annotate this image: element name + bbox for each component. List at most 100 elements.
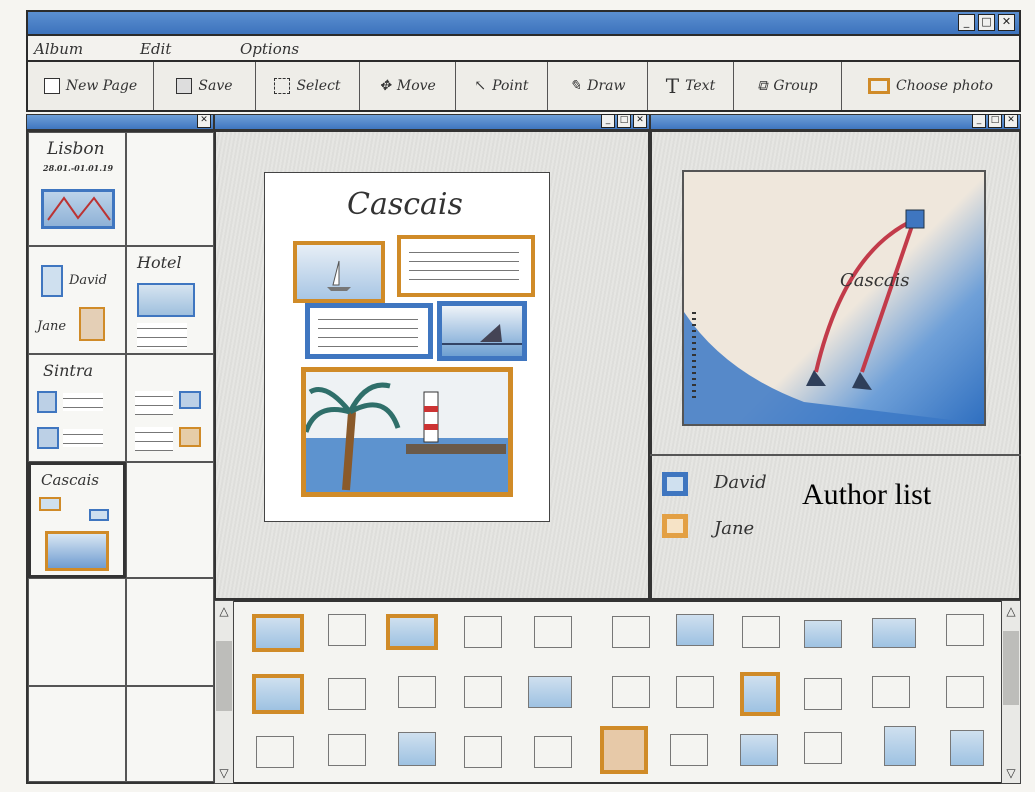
save-button[interactable]: Save [154, 62, 256, 110]
photo-strip-scrollbar-left[interactable]: △ ▽ [214, 600, 234, 784]
bridge-sketch [47, 196, 111, 221]
maximize-icon[interactable]: □ [978, 14, 995, 31]
photo-thumb[interactable] [946, 614, 984, 646]
menu-options[interactable]: Options [240, 40, 299, 58]
page-slot-empty[interactable] [126, 462, 214, 578]
map-panel-bar: _ □ ✕ [650, 114, 1021, 130]
menu-edit[interactable]: Edit [140, 40, 171, 58]
scroll-up-icon[interactable]: △ [216, 603, 232, 619]
photo-thumb[interactable] [884, 726, 916, 766]
person-jane: Jane [37, 319, 67, 334]
photo-thumb[interactable] [740, 734, 778, 766]
page-slot-empty[interactable] [126, 132, 214, 246]
jane-text-box[interactable] [397, 235, 535, 297]
photo-thumb[interactable] [600, 726, 648, 774]
move-label: Move [396, 78, 436, 94]
minimize-icon[interactable]: _ [958, 14, 975, 31]
author-david[interactable]: David [714, 472, 767, 493]
album-page-title: Cascais [347, 187, 463, 222]
boat-photo[interactable] [293, 241, 385, 303]
page-thumb-people[interactable]: David Jane [28, 246, 126, 354]
page-thumb-cascais[interactable]: Cascais [28, 462, 126, 578]
pointer-icon: ↖ [474, 78, 487, 94]
page-thumb-sintra[interactable]: Sintra [28, 354, 126, 462]
page-title-lisbon: Lisbon [47, 139, 105, 159]
photo-thumb[interactable] [256, 736, 294, 768]
photo-thumb[interactable] [612, 616, 650, 648]
minimize-icon[interactable]: _ [601, 114, 615, 128]
text-icon: T [665, 74, 680, 98]
map-divider [650, 454, 1021, 456]
close-icon[interactable]: ✕ [633, 114, 647, 128]
photo-thumb[interactable] [534, 616, 572, 648]
photo-thumb[interactable] [946, 676, 984, 708]
photo-thumb[interactable] [804, 732, 842, 764]
photo-thumb[interactable] [328, 614, 366, 646]
maximize-icon[interactable]: □ [988, 114, 1002, 128]
map-view[interactable]: Cascais [682, 170, 986, 426]
photo-thumb[interactable] [398, 676, 436, 708]
photo-thumb[interactable] [872, 618, 916, 648]
toolbar: New Page Save Select ✥ Move ↖ Point ✎ Draw … [26, 62, 1021, 112]
sintra-text-2 [63, 429, 103, 447]
page-slot-empty[interactable] [28, 686, 126, 782]
map-place-label: Cascais [840, 270, 910, 291]
photo-thumb[interactable] [950, 730, 984, 766]
photo-strip-scrollbar-right[interactable]: △ ▽ [1001, 600, 1021, 784]
menu-album[interactable]: Album [34, 40, 83, 58]
scroll-up-icon[interactable]: △ [1003, 603, 1019, 619]
photo-thumb[interactable] [398, 732, 436, 766]
lighthouse-photo[interactable] [301, 367, 513, 497]
photo-thumb[interactable] [676, 614, 714, 646]
photo-thumb[interactable] [740, 672, 780, 716]
photo-thumb[interactable] [804, 620, 842, 648]
close-icon[interactable]: ✕ [998, 14, 1015, 31]
scroll-down-icon[interactable]: ▽ [1003, 765, 1019, 781]
new-page-button[interactable]: New Page [28, 62, 154, 110]
photo-thumb[interactable] [528, 676, 572, 708]
draw-button[interactable]: ✎ Draw [548, 62, 648, 110]
photo-thumb[interactable] [676, 676, 714, 708]
page-thumb-lisbon[interactable]: Lisbon 28.01.-01.01.19 [28, 132, 126, 246]
shark-photo[interactable] [437, 301, 527, 361]
minimize-icon[interactable]: _ [972, 114, 986, 128]
text-button[interactable]: T Text [648, 62, 734, 110]
group-button[interactable]: ⧉ Group [734, 62, 842, 110]
photo-thumb[interactable] [328, 678, 366, 710]
point-button[interactable]: ↖ Point [456, 62, 548, 110]
page-thumb-sintra-2[interactable] [126, 354, 214, 462]
select-button[interactable]: Select [256, 62, 360, 110]
page-thumb-hotel[interactable]: Hotel [126, 246, 214, 354]
maximize-icon[interactable]: □ [617, 114, 631, 128]
photo-thumb[interactable] [742, 616, 780, 648]
page-slot-empty[interactable] [126, 578, 214, 686]
photo-thumb[interactable] [252, 674, 304, 714]
scroll-down-icon[interactable]: ▽ [216, 765, 232, 781]
author-jane[interactable]: Jane [714, 518, 754, 539]
photo-thumb[interactable] [872, 676, 910, 708]
photo-thumb[interactable] [804, 678, 842, 710]
page-slot-empty[interactable] [126, 686, 214, 782]
photo-thumb[interactable] [252, 614, 304, 652]
choose-photo-button[interactable]: Choose photo [842, 62, 1019, 110]
photo-thumb[interactable] [534, 736, 572, 768]
album-page[interactable]: Cascais [264, 172, 550, 522]
photo-thumb[interactable] [612, 676, 650, 708]
photo-thumb[interactable] [386, 614, 438, 650]
close-icon[interactable]: ✕ [1004, 114, 1018, 128]
page-title-cascais: Cascais [41, 471, 99, 489]
page-slot-empty[interactable] [28, 578, 126, 686]
text-label: Text [685, 78, 716, 94]
photo-thumb[interactable] [464, 676, 502, 708]
photo-thumb[interactable] [464, 736, 502, 768]
route-map [684, 209, 984, 424]
photo-thumb[interactable] [328, 734, 366, 766]
scroll-thumb[interactable] [216, 641, 232, 711]
author-color-david [662, 472, 688, 496]
photo-thumb[interactable] [670, 734, 708, 766]
close-icon[interactable]: ✕ [197, 114, 211, 128]
david-text-box[interactable] [305, 303, 433, 359]
photo-thumb[interactable] [464, 616, 502, 648]
move-button[interactable]: ✥ Move [360, 62, 456, 110]
scroll-thumb[interactable] [1003, 631, 1019, 705]
